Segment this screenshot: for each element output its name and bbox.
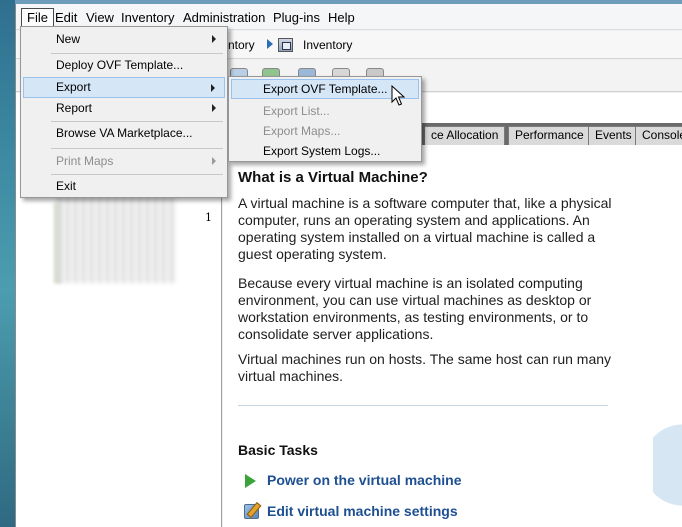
- export-menu-item-maps: Export Maps...: [263, 124, 341, 138]
- menu-separator: [51, 121, 223, 122]
- menu-view[interactable]: View: [81, 8, 119, 27]
- play-icon: [245, 474, 256, 488]
- file-menu-item-label: Export: [56, 80, 91, 94]
- edit-settings-task[interactable]: Edit virtual machine settings: [244, 503, 505, 521]
- paragraph-3: Virtual machines run on hosts. The same …: [238, 351, 612, 384]
- mouse-cursor-icon: [391, 85, 405, 106]
- file-menu-item-label: Report: [56, 101, 93, 115]
- divider: [238, 405, 608, 406]
- tab-performance[interactable]: Performance: [508, 126, 591, 145]
- breadcrumb-arrow-icon: [267, 39, 273, 49]
- tree-count: 1: [205, 211, 212, 224]
- edit-settings-link[interactable]: Edit virtual machine settings: [267, 503, 458, 519]
- tab-resource-allocation[interactable]: ce Allocation: [425, 126, 506, 145]
- menu-inventory[interactable]: Inventory: [116, 8, 179, 27]
- file-menu-item-report[interactable]: Report: [23, 98, 225, 119]
- power-on-link[interactable]: Power on the virtual machine: [267, 472, 462, 488]
- file-menu-dropdown: New Deploy OVF Template... Export Report…: [20, 26, 228, 198]
- export-menu-item-system-logs[interactable]: Export System Logs...: [231, 141, 419, 161]
- file-menu-item-browse-va[interactable]: Browse VA Marketplace...: [23, 123, 225, 144]
- menu-administration[interactable]: Administration: [178, 8, 270, 27]
- section-title: What is a Virtual Machine?: [238, 169, 428, 186]
- inventory-icon: [278, 38, 293, 52]
- paragraph-2: Because every virtual machine is an isol…: [238, 275, 592, 342]
- menu-file[interactable]: File: [21, 8, 54, 27]
- tab-console[interactable]: Console: [635, 126, 682, 145]
- submenu-arrow-icon: [211, 84, 215, 92]
- file-menu-item-label: Exit: [56, 179, 77, 193]
- file-menu-item-print-maps: Print Maps: [23, 151, 225, 172]
- edit-settings-icon: [244, 504, 259, 519]
- file-menu-item-export[interactable]: Export: [23, 77, 225, 98]
- paragraph-1: A virtual machine is a software computer…: [238, 195, 612, 262]
- blurred-tree-items: [56, 193, 176, 283]
- breadcrumb-item-inventory[interactable]: Inventory: [303, 38, 352, 52]
- file-menu-item-label: Print Maps: [56, 154, 114, 168]
- file-menu-item-deploy-ovf[interactable]: Deploy OVF Template...: [23, 55, 225, 76]
- file-menu-item-new[interactable]: New: [23, 29, 225, 50]
- file-menu-item-exit[interactable]: Exit: [23, 176, 225, 197]
- file-menu-item-label: New: [56, 32, 81, 46]
- desktop-background: [0, 0, 15, 527]
- file-menu-item-label: Browse VA Marketplace...: [56, 126, 193, 140]
- tab-events[interactable]: Events: [588, 126, 639, 145]
- submenu-arrow-icon: [212, 104, 216, 112]
- power-on-task[interactable]: Power on the virtual machine: [245, 472, 505, 490]
- getting-started-content: What is a Virtual Machine? A virtual mac…: [223, 145, 682, 527]
- menu-edit[interactable]: Edit: [50, 8, 82, 27]
- decorative-background-shape: [653, 405, 682, 525]
- breadcrumb-item-partial[interactable]: ntory: [228, 38, 255, 52]
- submenu-arrow-icon: [212, 35, 216, 43]
- menu-plugins[interactable]: Plug-ins: [268, 8, 325, 27]
- menu-help[interactable]: Help: [323, 8, 360, 27]
- submenu-arrow-icon: [212, 157, 216, 165]
- menu-separator: [51, 174, 223, 175]
- file-menu-item-label: Deploy OVF Template...: [56, 58, 184, 72]
- basic-tasks-title: Basic Tasks: [238, 442, 318, 458]
- menu-separator: [51, 53, 223, 54]
- menu-separator: [51, 148, 223, 149]
